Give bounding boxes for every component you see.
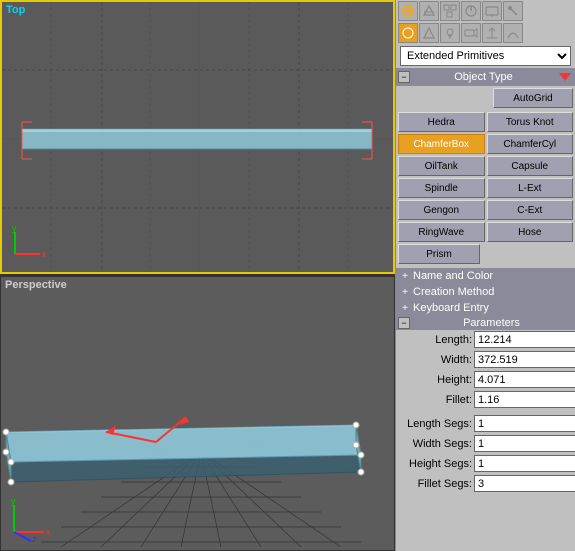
btn-row-7: Prism bbox=[398, 244, 573, 264]
autogrid-row: AutoGrid bbox=[396, 86, 575, 110]
svg-text:x: x bbox=[42, 249, 47, 259]
fillet-label: Fillet: bbox=[400, 394, 472, 406]
capsule-button[interactable]: Capsule bbox=[487, 156, 574, 176]
width-segs-row: Width Segs: ▲ ▼ bbox=[396, 434, 575, 453]
object-type-label: Object Type bbox=[410, 71, 557, 83]
lext-button[interactable]: L-Ext bbox=[487, 178, 574, 198]
fillet-segs-row: Fillet Segs: ▲ ▼ bbox=[396, 474, 575, 493]
btn-row-2: ChamferBox ChamferCyl bbox=[398, 134, 573, 154]
create-icon[interactable] bbox=[398, 1, 418, 21]
toolbar-icons-row1 bbox=[396, 0, 575, 22]
display-icon[interactable] bbox=[482, 1, 502, 21]
height-input[interactable] bbox=[474, 371, 575, 388]
keyboard-entry-label: Keyboard Entry bbox=[413, 302, 489, 314]
spacewarps-icon[interactable] bbox=[503, 23, 523, 43]
autogrid-button[interactable]: AutoGrid bbox=[493, 88, 573, 108]
length-input[interactable] bbox=[474, 331, 575, 348]
creation-method-plus-icon: + bbox=[400, 287, 410, 298]
chamferbox-button[interactable]: ChamferBox bbox=[398, 134, 485, 154]
modify-icon[interactable] bbox=[419, 1, 439, 21]
btn-row-1: Hedra Torus Knot bbox=[398, 112, 573, 132]
width-segs-label: Width Segs: bbox=[400, 438, 472, 450]
creation-method-header[interactable]: + Creation Method bbox=[396, 284, 575, 300]
fillet-input[interactable] bbox=[474, 391, 575, 408]
spindle-button[interactable]: Spindle bbox=[398, 178, 485, 198]
viewport-bottom[interactable]: Perspective bbox=[0, 276, 395, 551]
toolbar-icons-row2 bbox=[396, 22, 575, 44]
width-input[interactable] bbox=[474, 351, 575, 368]
object-type-buttons: Hedra Torus Knot ChamferBox ChamferCyl O… bbox=[396, 110, 575, 268]
length-segs-label: Length Segs: bbox=[400, 418, 472, 430]
fillet-segs-input[interactable] bbox=[474, 475, 575, 492]
shapes-icon[interactable] bbox=[419, 23, 439, 43]
height-label: Height: bbox=[400, 374, 472, 386]
right-panel: Extended Primitives − Object Type AutoGr… bbox=[395, 0, 575, 551]
btn-row-3: OilTank Capsule bbox=[398, 156, 573, 176]
keyboard-entry-plus-icon: + bbox=[400, 303, 410, 314]
name-and-color-label: Name and Color bbox=[413, 270, 493, 282]
top-axis-indicator: x y bbox=[10, 224, 50, 264]
object-type-header: − Object Type bbox=[396, 68, 575, 86]
top-viewport-grid bbox=[2, 2, 393, 272]
motion-icon[interactable] bbox=[461, 1, 481, 21]
cameras-icon[interactable] bbox=[461, 23, 481, 43]
length-row: Length: ▲ ▼ bbox=[396, 330, 575, 349]
primitive-type-dropdown[interactable]: Extended Primitives bbox=[400, 46, 571, 66]
svg-text:x: x bbox=[46, 527, 51, 537]
svg-text:y: y bbox=[12, 224, 17, 233]
keyboard-entry-header[interactable]: + Keyboard Entry bbox=[396, 300, 575, 316]
parameters-collapse-btn[interactable]: − bbox=[398, 317, 410, 329]
name-and-color-header[interactable]: + Name and Color bbox=[396, 268, 575, 284]
geometry-icon[interactable] bbox=[398, 23, 418, 43]
btn-row-4: Spindle L-Ext bbox=[398, 178, 573, 198]
fillet-row: Fillet: ▲ ▼ bbox=[396, 390, 575, 409]
lights-icon[interactable] bbox=[440, 23, 460, 43]
chamfercyl-button[interactable]: ChamferCyl bbox=[487, 134, 574, 154]
hedra-button[interactable]: Hedra bbox=[398, 112, 485, 132]
prism-button[interactable]: Prism bbox=[398, 244, 480, 264]
svg-text:z: z bbox=[32, 534, 37, 542]
parameters-header: − Parameters bbox=[396, 316, 575, 330]
svg-text:y: y bbox=[11, 497, 16, 506]
height-segs-row: Height Segs: ▲ ▼ bbox=[396, 454, 575, 473]
name-color-plus-icon: + bbox=[400, 271, 410, 282]
width-row: Width: ▲ ▼ bbox=[396, 350, 575, 369]
fillet-segs-label: Fillet Segs: bbox=[400, 478, 472, 490]
dropdown-row: Extended Primitives bbox=[396, 44, 575, 68]
utilities-icon[interactable] bbox=[503, 1, 523, 21]
perspective-axis-indicator: x y z bbox=[9, 497, 54, 542]
left-panel: Top bbox=[0, 0, 395, 551]
btn-row-6: RingWave Hose bbox=[398, 222, 573, 242]
creation-method-label: Creation Method bbox=[413, 286, 494, 298]
viewport-bottom-label: Perspective bbox=[5, 279, 67, 291]
height-segs-label: Height Segs: bbox=[400, 458, 472, 470]
gengon-button[interactable]: Gengon bbox=[398, 200, 485, 220]
width-label: Width: bbox=[400, 354, 472, 366]
object-type-arrow bbox=[557, 69, 573, 85]
parameters-label: Parameters bbox=[410, 317, 573, 329]
perspective-viewport-grid bbox=[1, 277, 394, 550]
viewport-top[interactable]: Top bbox=[0, 0, 395, 274]
oiltank-button[interactable]: OilTank bbox=[398, 156, 485, 176]
length-label: Length: bbox=[400, 334, 472, 346]
length-segs-row: Length Segs: ▲ ▼ bbox=[396, 414, 575, 433]
hose-button[interactable]: Hose bbox=[487, 222, 574, 242]
width-segs-input[interactable] bbox=[474, 435, 575, 452]
btn-row-5: Gengon C-Ext bbox=[398, 200, 573, 220]
length-segs-input[interactable] bbox=[474, 415, 575, 432]
helpers-icon[interactable] bbox=[482, 23, 502, 43]
height-row: Height: ▲ ▼ bbox=[396, 370, 575, 389]
object-type-collapse-btn[interactable]: − bbox=[398, 71, 410, 83]
torusknot-button[interactable]: Torus Knot bbox=[487, 112, 574, 132]
cext-button[interactable]: C-Ext bbox=[487, 200, 574, 220]
parameters-section: Length: ▲ ▼ Width: ▲ ▼ Height: bbox=[396, 330, 575, 494]
main-container: Top bbox=[0, 0, 575, 551]
viewport-top-label: Top bbox=[6, 4, 25, 16]
ringwave-button[interactable]: RingWave bbox=[398, 222, 485, 242]
height-segs-input[interactable] bbox=[474, 455, 575, 472]
hierarchy-icon[interactable] bbox=[440, 1, 460, 21]
